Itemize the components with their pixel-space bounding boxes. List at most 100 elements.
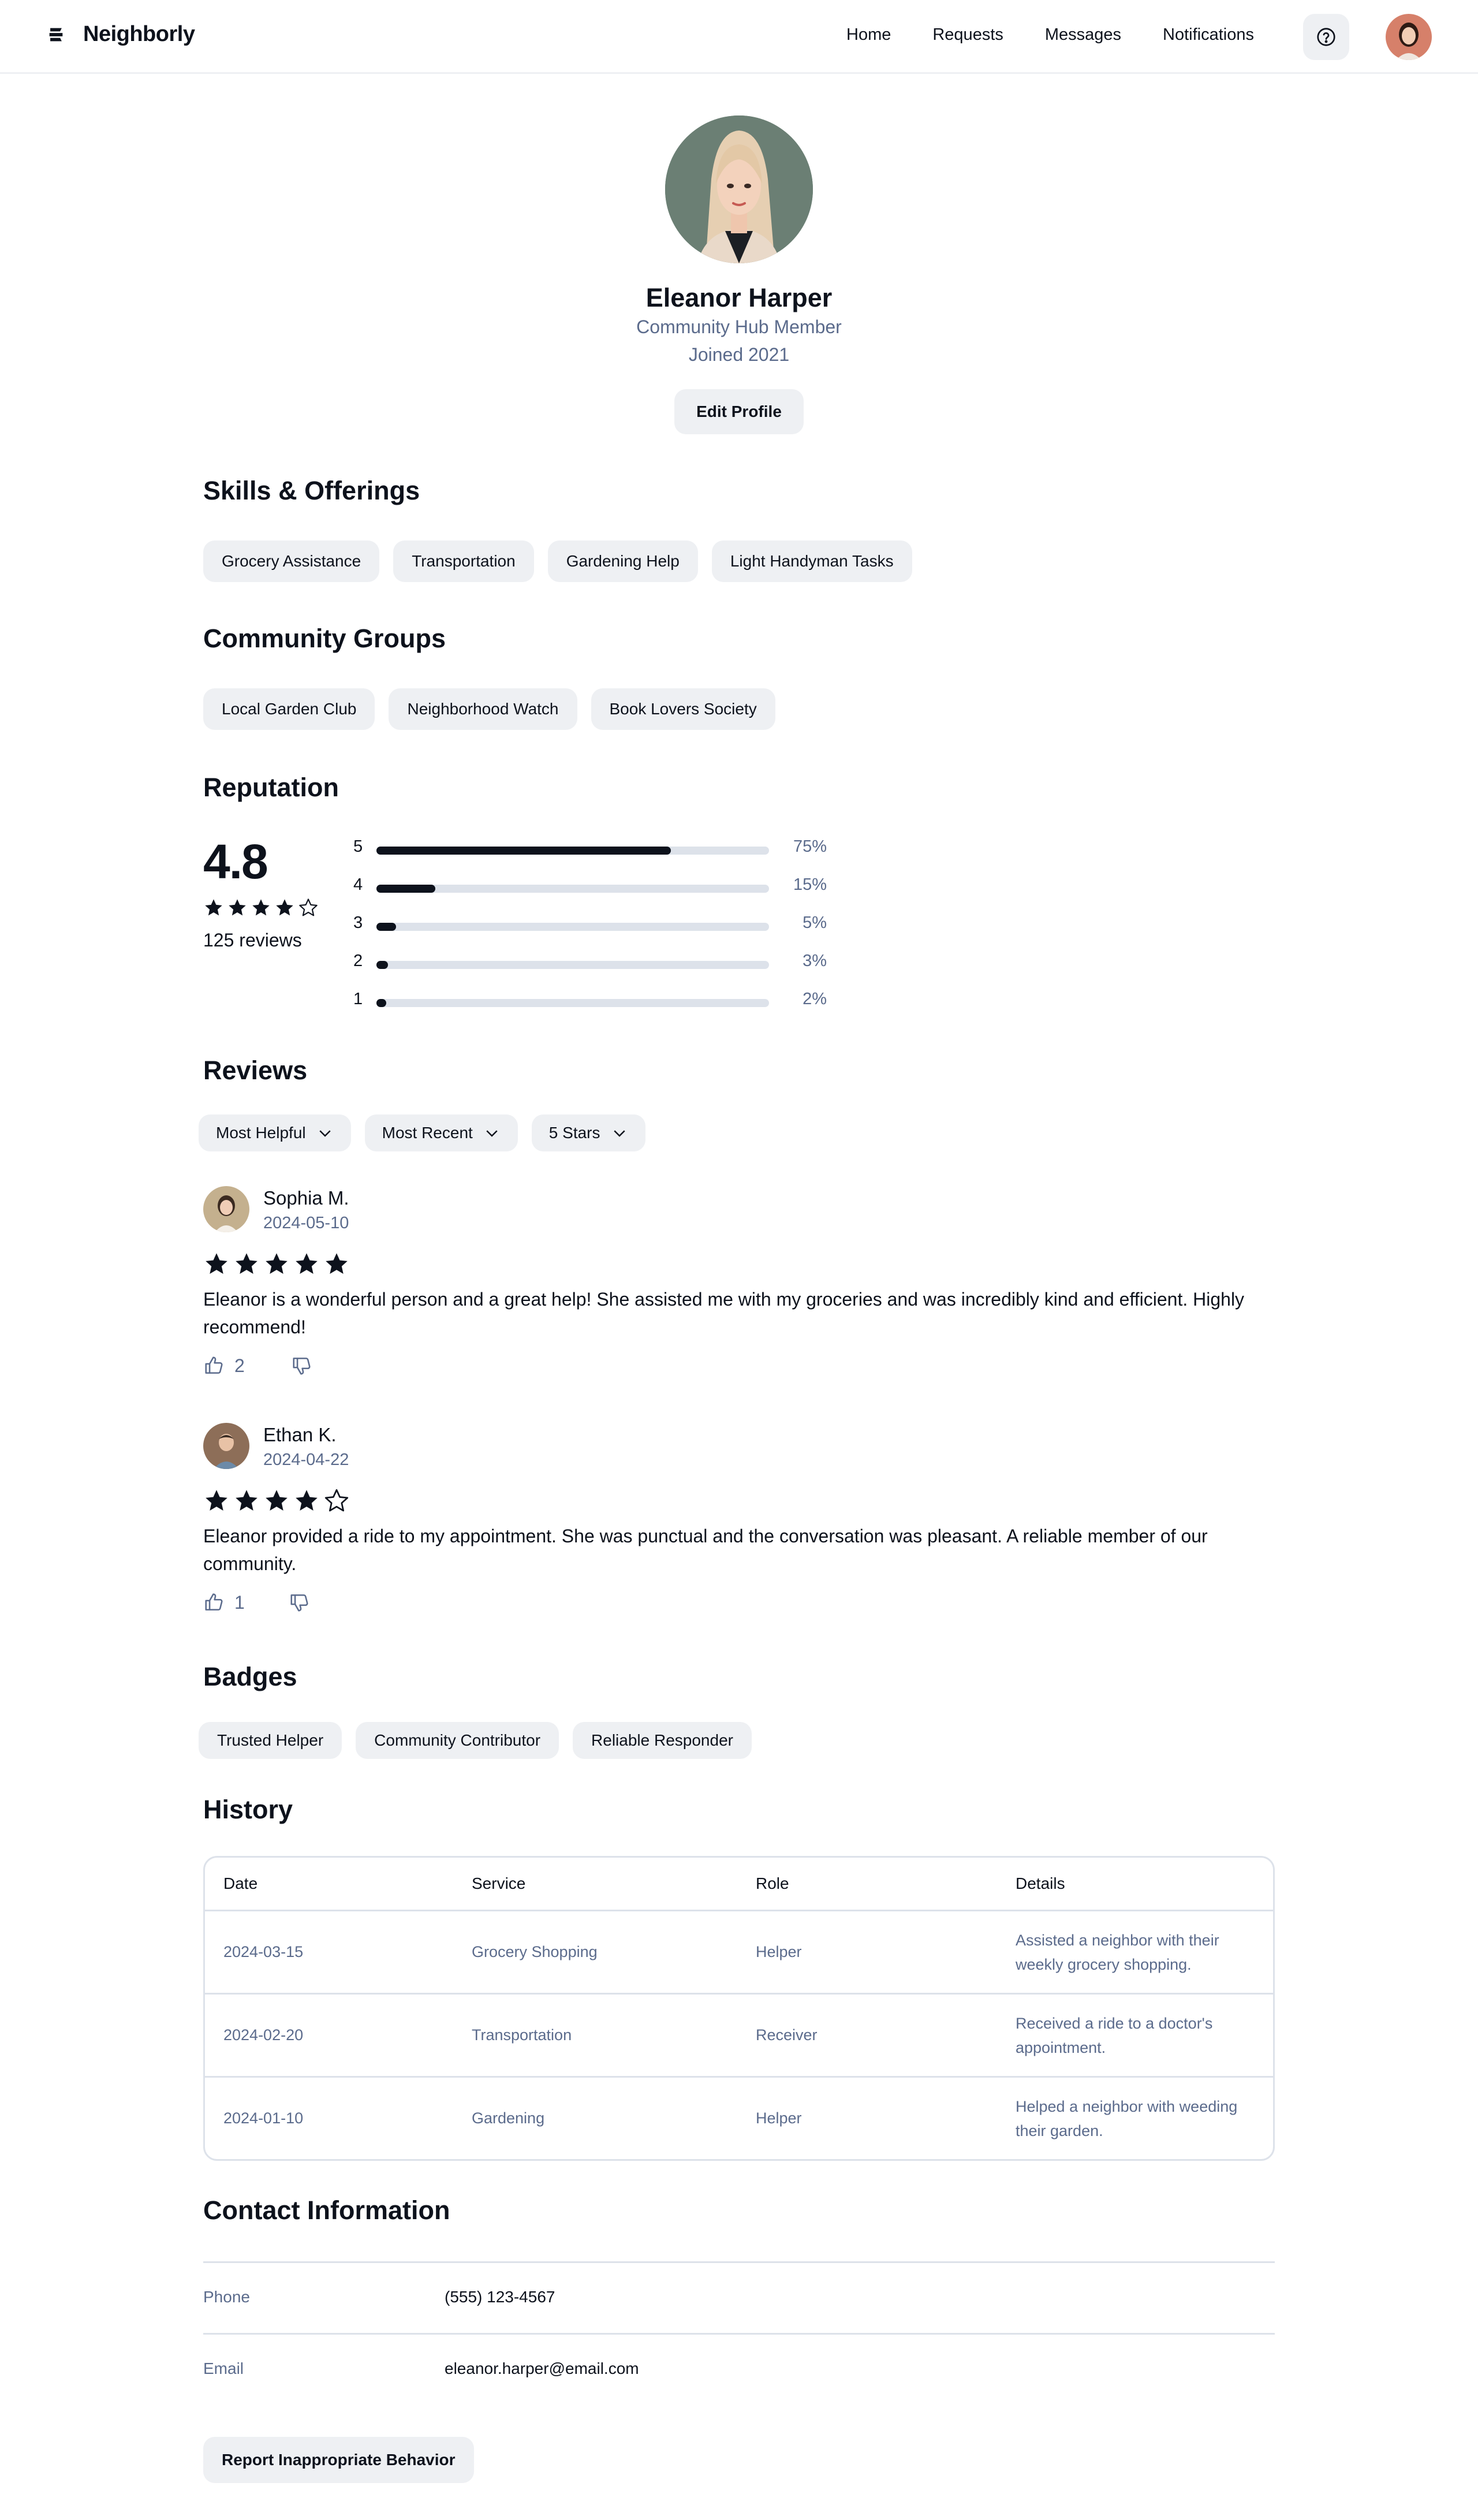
skill-chip[interactable]: Light Handyman Tasks (711, 540, 912, 582)
star-filled-icon (206, 1490, 227, 1511)
help-button[interactable] (1303, 14, 1349, 60)
review-text: Eleanor is a wonderful person and a grea… (203, 1289, 1245, 1337)
group-chip[interactable]: Neighborhood Watch (389, 688, 577, 730)
sort-helpful-dropdown[interactable]: Most Helpful (199, 1114, 351, 1151)
star-filled-icon (276, 899, 293, 916)
star-outline-icon (299, 899, 318, 916)
star-filled-icon (266, 1490, 288, 1511)
badges-list: Trusted Helper Community Contributor Rel… (199, 1722, 766, 1759)
rating-bar-track (376, 923, 769, 931)
column-header: Role (756, 1874, 789, 1892)
skill-chip[interactable]: Transportation (393, 540, 534, 582)
reviewer-portrait (203, 1186, 249, 1232)
review-stars (203, 1488, 353, 1514)
rating-bar-fill (376, 847, 671, 855)
thumbs-down-icon[interactable] (289, 1591, 311, 1613)
cell-service: Transportation (472, 2026, 572, 2044)
star-filled-icon (296, 1490, 318, 1511)
nav-messages[interactable]: Messages (1045, 25, 1121, 44)
rating-bar-track (376, 961, 769, 969)
rating-bar-percent: 15% (793, 875, 827, 894)
skills-list: Grocery Assistance Transportation Garden… (203, 540, 926, 582)
rating-bar-percent: 2% (803, 990, 827, 1008)
logo-icon (49, 28, 63, 41)
star-filled-icon (205, 899, 222, 916)
nav-requests[interactable]: Requests (932, 25, 1003, 44)
groups-title: Community Groups (203, 624, 446, 653)
table-header-row: Date Service Role Details (205, 1858, 1273, 1910)
badge-chip: Community Contributor (356, 1722, 559, 1759)
user-avatar[interactable] (1386, 14, 1432, 60)
skill-chip[interactable]: Gardening Help (547, 540, 698, 582)
cell-date: 2024-02-20 (223, 2026, 304, 2044)
thumbs-down-icon[interactable] (291, 1355, 313, 1377)
profile-name: Eleanor Harper (645, 283, 833, 312)
rating-bar-track (376, 885, 769, 893)
reviewer-portrait (203, 1423, 249, 1469)
rating-bar-label: 3 (353, 914, 363, 932)
cell-details: Assisted a neighbor with their weekly gr… (1016, 1931, 1219, 1973)
average-stars (203, 897, 322, 918)
cell-role: Helper (756, 1943, 802, 1960)
report-behavior-button[interactable]: Report Inappropriate Behavior (203, 2437, 474, 2483)
review-actions: 1 (203, 1591, 311, 1613)
history-table: Date Service Role Details 2024-03-15 Gro… (203, 1856, 1275, 2161)
star-filled-icon (326, 1253, 348, 1274)
skill-chip[interactable]: Grocery Assistance (203, 540, 380, 582)
phone-value: (555) 123-4567 (445, 2288, 555, 2306)
rating-bar-row: 3 5% (353, 914, 827, 937)
brand-logo[interactable]: Neighborly (46, 22, 195, 47)
cell-role: Helper (756, 2109, 802, 2127)
star-outline-icon (324, 1489, 349, 1512)
email-label: Email (203, 2359, 244, 2377)
profile-portrait (665, 115, 813, 263)
like-count: 2 (234, 1355, 245, 1376)
star-filled-icon (236, 1490, 257, 1511)
rating-bar-percent: 5% (803, 914, 827, 932)
reviewer-avatar (203, 1186, 249, 1232)
rating-bar-percent: 75% (793, 837, 827, 856)
star-filter-dropdown[interactable]: 5 Stars (531, 1114, 645, 1151)
badges-title: Badges (203, 1662, 297, 1691)
nav-notifications[interactable]: Notifications (1163, 25, 1254, 44)
thumbs-up-icon[interactable] (203, 1355, 225, 1377)
review-count: 125 reviews (203, 930, 302, 950)
chevron-down-icon (613, 1130, 625, 1137)
cell-service: Gardening (472, 2109, 545, 2127)
review-actions: 2 (203, 1355, 313, 1377)
history-title: History (203, 1795, 293, 1824)
table-row: 2024-03-15 Grocery Shopping Helper Assis… (205, 1910, 1273, 1993)
reviewer-name: Ethan K. (263, 1424, 337, 1445)
thumbs-up-icon[interactable] (203, 1591, 225, 1613)
email-value: eleanor.harper@email.com (445, 2359, 639, 2377)
divider (203, 2261, 1275, 2263)
column-header: Date (223, 1874, 258, 1892)
average-rating: 4.8 (203, 834, 268, 889)
edit-profile-button[interactable]: Edit Profile (674, 389, 804, 434)
phone-label: Phone (203, 2288, 250, 2306)
table-row: 2024-02-20 Transportation Receiver Recei… (205, 1993, 1273, 2076)
main-nav: Home Requests Messages Notifications (846, 25, 1296, 44)
question-circle-icon (1317, 28, 1335, 46)
reviewer-avatar (203, 1423, 249, 1469)
rating-bar-row: 5 75% (353, 837, 827, 860)
sort-recent-dropdown[interactable]: Most Recent (364, 1114, 518, 1151)
nav-home[interactable]: Home (846, 25, 891, 44)
divider (203, 2333, 1275, 2335)
star-filled-icon (296, 1253, 318, 1274)
cell-service: Grocery Shopping (472, 1943, 598, 1960)
rating-bar-row: 2 3% (353, 952, 827, 975)
rating-bar-row: 1 2% (353, 990, 827, 1013)
reviews-title: Reviews (203, 1056, 308, 1085)
group-chip[interactable]: Local Garden Club (203, 688, 375, 730)
rating-bar-row: 4 15% (353, 875, 827, 899)
cell-date: 2024-01-10 (223, 2109, 304, 2127)
rating-bar-percent: 3% (803, 952, 827, 970)
profile-joined: Joined 2021 (688, 344, 790, 365)
badge-chip: Reliable Responder (573, 1722, 752, 1759)
skills-title: Skills & Offerings (203, 476, 420, 505)
dropdown-label: Most Helpful (216, 1124, 306, 1142)
profile-avatar (665, 115, 813, 263)
group-chip[interactable]: Book Lovers Society (591, 688, 775, 730)
column-header: Service (472, 1874, 526, 1892)
